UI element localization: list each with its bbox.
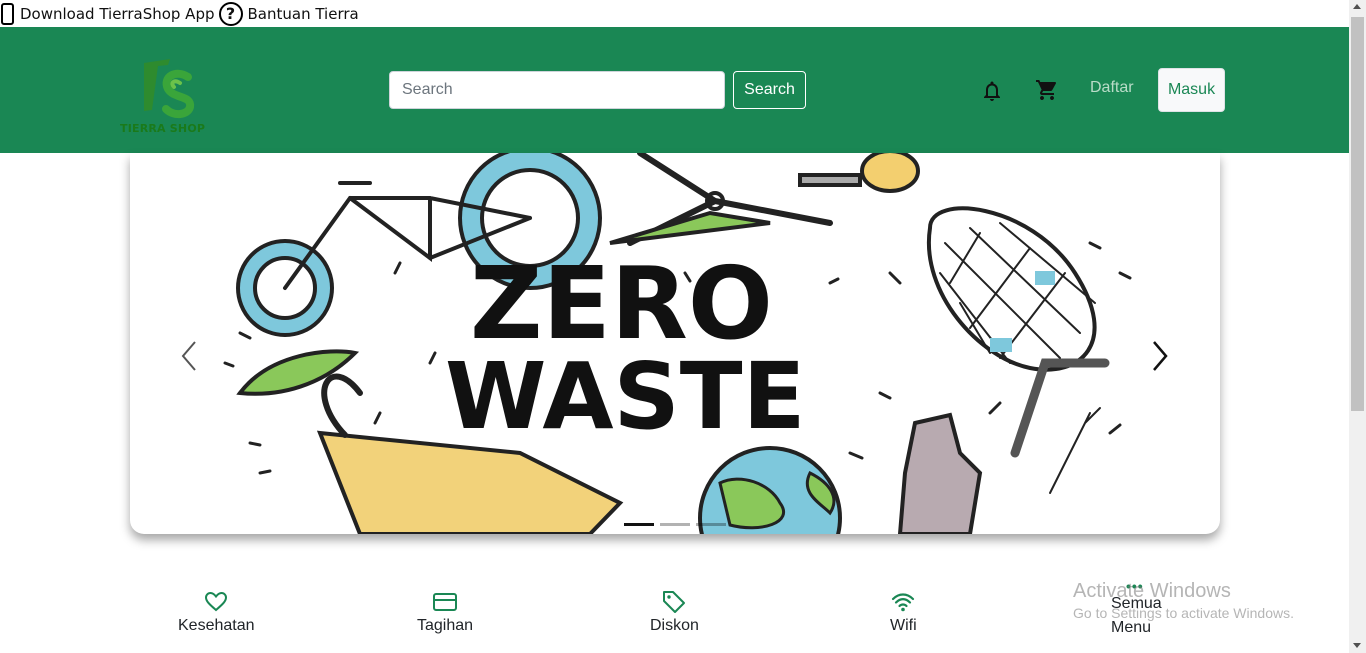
logo-icon: [144, 59, 195, 118]
carousel-indicator-1[interactable]: [624, 523, 654, 526]
category-kesehatan[interactable]: Kesehatan: [178, 590, 255, 635]
bell-icon[interactable]: [980, 79, 1004, 103]
carousel-indicator-3[interactable]: [696, 523, 726, 526]
watermark-title: Activate Windows: [1073, 580, 1231, 602]
more-dots-icon: •••: [1126, 578, 1144, 594]
credit-card-icon: [433, 593, 458, 611]
carousel-indicator-2[interactable]: [660, 523, 690, 526]
hero-carousel: ZERO WASTE: [130, 153, 1220, 534]
category-label-line1: Semua: [1111, 595, 1162, 612]
phone-icon: [1, 2, 14, 25]
category-wifi[interactable]: Wifi: [890, 590, 917, 635]
page: Download TierraShop App ? Bantuan Tierra…: [0, 0, 1366, 653]
top-utility-bar: Download TierraShop App ? Bantuan Tierra: [0, 0, 1349, 27]
category-label-line2: Menu: [1111, 619, 1152, 636]
main-navbar: TIERRA SHOP Search Daftar Masuk: [0, 27, 1349, 153]
login-button[interactable]: Masuk: [1158, 68, 1225, 112]
category-diskon[interactable]: Diskon: [650, 590, 699, 635]
slide-text-waste: WASTE: [445, 343, 805, 450]
heart-icon: [205, 591, 228, 612]
scroll-down-arrow-icon[interactable]: [1353, 643, 1361, 648]
download-app-label: Download TierraShop App: [20, 4, 215, 23]
category-all-menu[interactable]: ••• Semua Menu: [1111, 578, 1162, 640]
category-label: Diskon: [650, 617, 699, 634]
carousel-indicators: [624, 523, 726, 526]
register-link[interactable]: Daftar: [1090, 79, 1134, 97]
carousel-prev-button[interactable]: [175, 338, 205, 374]
scroll-up-arrow-icon[interactable]: [1353, 4, 1361, 9]
search-button[interactable]: Search: [733, 71, 806, 109]
brand-logo[interactable]: TIERRA SHOP: [118, 55, 218, 135]
category-label: Tagihan: [417, 617, 474, 634]
windows-activation-watermark: Activate Windows Go to Settings to activ…: [1073, 580, 1294, 621]
category-label: Wifi: [890, 617, 917, 634]
scroll-thumb[interactable]: [1351, 17, 1364, 411]
download-app-link[interactable]: Download TierraShop App: [0, 2, 215, 25]
logo-text: TIERRA SHOP: [120, 122, 206, 135]
question-circle-icon: ?: [218, 1, 243, 26]
watermark-subtitle: Go to Settings to activate Windows.: [1073, 605, 1294, 621]
zero-waste-illustration: ZERO WASTE: [223, 153, 1132, 534]
category-label: Kesehatan: [178, 617, 255, 634]
carousel-next-button[interactable]: [1144, 338, 1174, 374]
tag-icon: [663, 591, 686, 613]
wifi-icon: [892, 593, 915, 612]
category-tagihan[interactable]: Tagihan: [417, 590, 473, 635]
page-scrollbar[interactable]: [1349, 0, 1366, 653]
help-link[interactable]: ? Bantuan Tierra: [218, 1, 359, 26]
help-label: Bantuan Tierra: [247, 4, 359, 23]
cart-icon[interactable]: [1035, 78, 1059, 102]
search-input[interactable]: [389, 71, 725, 109]
